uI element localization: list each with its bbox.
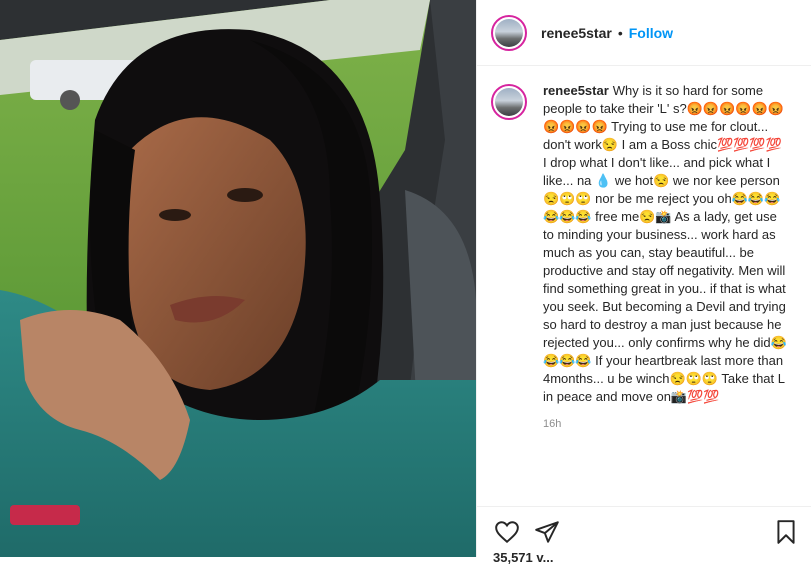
username-link[interactable]: renee5star bbox=[541, 25, 612, 41]
bookmark-icon[interactable] bbox=[773, 519, 799, 545]
avatar-image bbox=[495, 18, 523, 47]
caption-block: renee5star Why is it so hard for some peo… bbox=[477, 66, 811, 406]
likes-count[interactable]: 35,571 v... bbox=[493, 550, 553, 565]
separator-dot: • bbox=[617, 24, 623, 41]
paper-plane-icon[interactable] bbox=[534, 519, 560, 545]
user-avatar[interactable] bbox=[491, 14, 527, 51]
caption-body: Why is it so hard for some people to tak… bbox=[543, 83, 787, 404]
post-video[interactable] bbox=[0, 0, 476, 557]
caption-username[interactable]: renee5star bbox=[543, 83, 609, 98]
avatar-image bbox=[495, 88, 523, 116]
caption-avatar[interactable] bbox=[491, 84, 527, 120]
post-timestamp[interactable]: 16h bbox=[543, 418, 811, 430]
heart-icon[interactable] bbox=[494, 519, 520, 545]
post-sidebar: renee5star • Follow renee5star Why is it … bbox=[476, 0, 811, 565]
post-header: renee5star • Follow bbox=[477, 0, 811, 66]
instagram-post: renee5star • Follow renee5star Why is it … bbox=[0, 0, 811, 565]
caption-text: renee5star Why is it so hard for some peo… bbox=[543, 82, 788, 406]
video-frame bbox=[0, 0, 476, 557]
follow-button[interactable]: Follow bbox=[629, 25, 673, 41]
